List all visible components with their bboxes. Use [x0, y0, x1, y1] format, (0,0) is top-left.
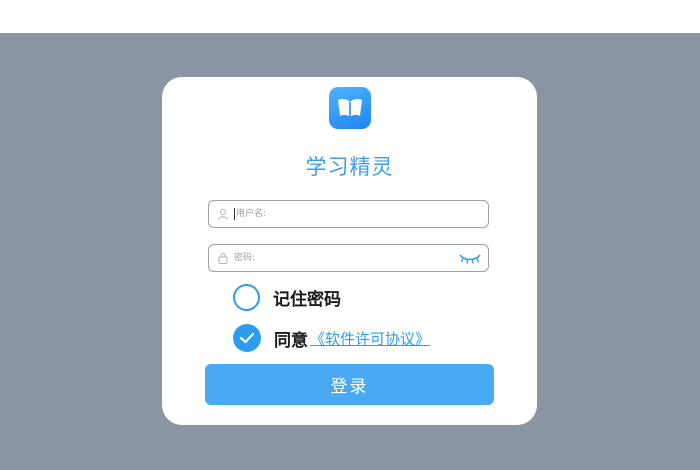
remember-password-checkbox[interactable] [233, 284, 260, 311]
password-input[interactable] [234, 248, 458, 268]
agreement-label: 同意 [274, 330, 308, 351]
checkmark-icon [239, 332, 255, 344]
username-input[interactable] [236, 204, 488, 224]
login-card: 学习精灵 记住密码 同意 《软件许可协议》 登录 [162, 77, 537, 425]
user-icon [218, 209, 228, 220]
username-field[interactable] [208, 200, 489, 228]
lock-icon [218, 253, 228, 264]
app-title: 学习精灵 [305, 155, 394, 179]
top-strip [0, 0, 700, 33]
license-agreement-link[interactable]: 《软件许可协议》 [310, 328, 430, 349]
remember-password-label: 记住密码 [273, 290, 341, 310]
eye-closed-icon[interactable] [458, 251, 482, 265]
remember-password-option[interactable]: 记住密码 [233, 284, 341, 311]
login-button[interactable]: 登录 [205, 364, 494, 405]
agreement-option[interactable]: 同意 《软件许可协议》 [233, 324, 430, 352]
book-icon [329, 87, 371, 129]
text-caret [234, 208, 235, 220]
agreement-checkbox[interactable] [233, 324, 261, 352]
password-field[interactable] [208, 244, 489, 272]
